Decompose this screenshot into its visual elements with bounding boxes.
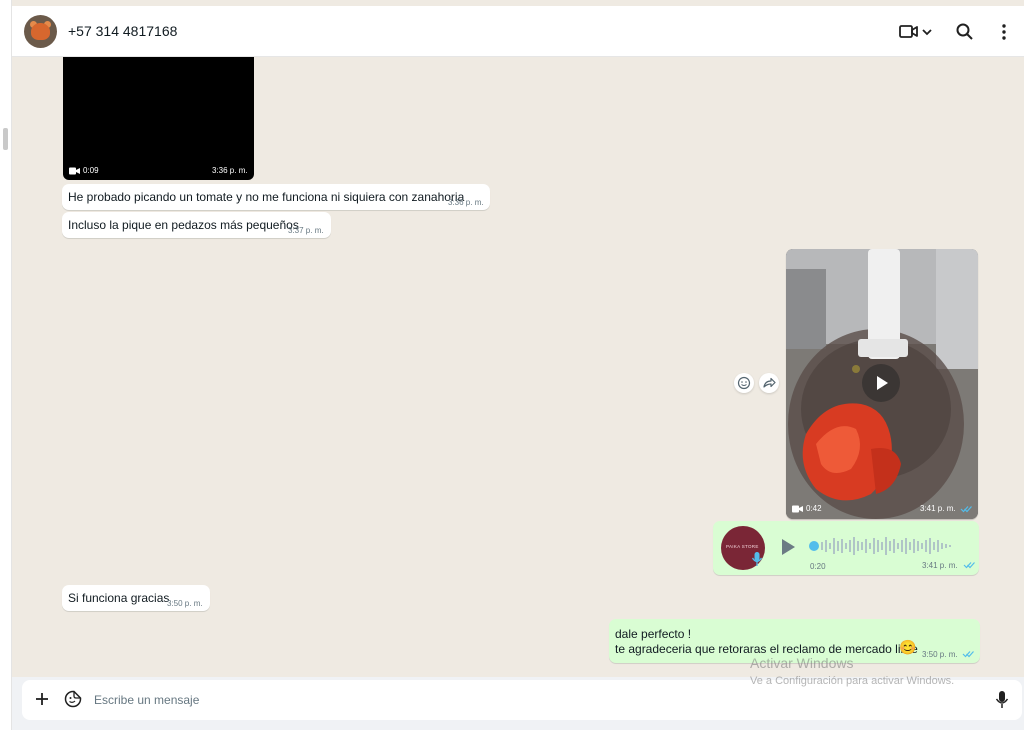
message-time: 3:37 p. m.: [288, 226, 324, 235]
contact-avatar[interactable]: [24, 15, 57, 48]
read-ticks-icon: [960, 506, 972, 513]
voice-record-button[interactable]: [995, 690, 1009, 715]
smiling-face-emoji: 😊: [899, 639, 917, 655]
sticker-icon: [64, 690, 82, 708]
message-time: 3:50 p. m.: [167, 599, 203, 608]
contact-name[interactable]: +57 314 4817168: [68, 23, 177, 39]
message-time: 3:41 p. m.: [920, 504, 956, 513]
audio-waveform[interactable]: [809, 535, 961, 557]
menu-icon: [1002, 24, 1006, 40]
incoming-message[interactable]: He probado picando un tomate y no me fun…: [62, 184, 490, 210]
message-time: 3:41 p. m.: [922, 561, 958, 570]
message-text: He probado picando un tomate y no me fun…: [68, 190, 465, 204]
message-time: 3:50 p. m.: [922, 650, 958, 659]
search-button[interactable]: [955, 22, 975, 42]
windows-activation-title: Activar Windows: [750, 655, 854, 671]
outgoing-video-message[interactable]: 0:42 3:41 p. m.: [786, 249, 978, 519]
read-ticks-icon: [963, 562, 975, 569]
read-ticks-icon: [962, 651, 974, 658]
plus-icon: [36, 693, 48, 705]
microphone-icon: [995, 691, 1009, 708]
emoji-sticker-button[interactable]: [64, 690, 82, 713]
message-text: Incluso la pique en pedazos más pequeños: [68, 218, 299, 232]
chat-header: +57 314 4817168: [12, 6, 1024, 57]
message-text-line1: dale perfecto !: [615, 627, 692, 641]
windows-activation-subtitle: Ve a Configuración para activar Windows.: [750, 675, 955, 687]
message-time: 3:36 p. m.: [212, 166, 248, 175]
chat-area: 0:09 3:36 p. m. He probado picando un to…: [12, 57, 1024, 677]
message-text-line2: te agradeceria que retoraras el reclamo …: [615, 642, 918, 656]
incoming-message[interactable]: Si funciona gracias 3:50 p. m.: [62, 585, 210, 611]
avatar-label: PAIKA STORE: [726, 544, 759, 549]
left-scroll-strip: [0, 0, 12, 730]
outgoing-audio-message[interactable]: PAIKA STORE 0:20 3:41 p. m.: [713, 521, 979, 575]
play-video-button[interactable]: [862, 364, 900, 402]
attach-button[interactable]: [34, 691, 50, 712]
video-icon: [69, 167, 80, 175]
incoming-video-message[interactable]: 0:09 3:36 p. m.: [63, 57, 254, 180]
video-icon: [792, 505, 803, 513]
react-button[interactable]: [734, 373, 754, 393]
video-duration: 0:09: [83, 166, 99, 175]
forward-icon: [763, 377, 776, 388]
message-input[interactable]: Escribe un mensaje: [94, 693, 199, 707]
avatar-face: [31, 23, 50, 40]
message-text: Si funciona gracias: [68, 591, 170, 605]
forward-button[interactable]: [759, 373, 779, 393]
video-duration: 0:42: [806, 504, 822, 513]
chevron-down-icon: [922, 29, 932, 36]
message-time: 3:36 p. m.: [448, 198, 484, 207]
scrollbar-grip[interactable]: [3, 128, 8, 150]
microphone-icon: [751, 552, 763, 566]
menu-button[interactable]: [996, 22, 1012, 42]
audio-duration: 0:20: [810, 562, 826, 571]
emoji-icon: [737, 376, 751, 390]
video-call-icon: [899, 25, 932, 38]
incoming-message[interactable]: Incluso la pique en pedazos más pequeños…: [62, 212, 331, 238]
play-icon: [782, 539, 795, 555]
video-call-button[interactable]: [898, 22, 938, 42]
search-icon: [956, 23, 973, 40]
play-audio-button[interactable]: [780, 538, 796, 559]
